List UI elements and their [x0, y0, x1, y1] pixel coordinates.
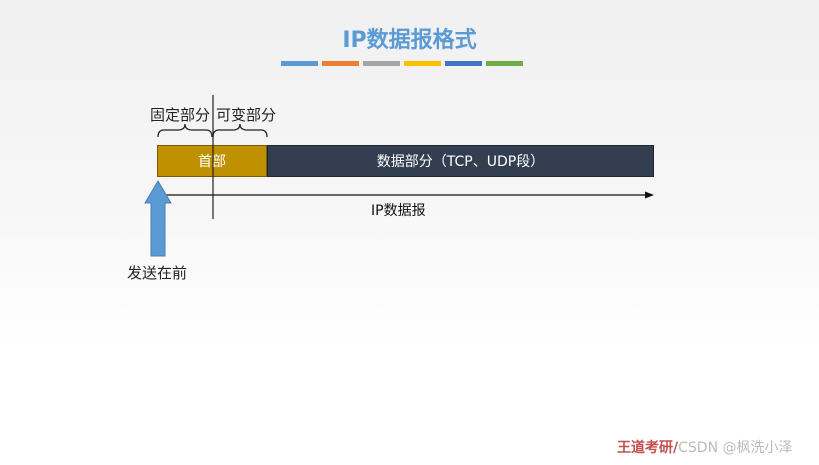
ip-datagram-arrowhead	[645, 191, 654, 199]
watermark-text: CSDN @枫洗小泽	[678, 440, 793, 456]
watermark: 王道考研/CSDN @枫洗小泽	[617, 437, 793, 457]
variable-part-brace	[212, 123, 268, 138]
fixed-part-brace	[157, 123, 213, 138]
watermark-brand: 王道考研/	[617, 440, 679, 456]
diagram-overlay	[144, 95, 654, 257]
ip-datagram-label: IP数据报	[371, 203, 426, 219]
send-first-label: 发送在前	[127, 264, 188, 282]
send-direction-arrow	[144, 180, 172, 257]
